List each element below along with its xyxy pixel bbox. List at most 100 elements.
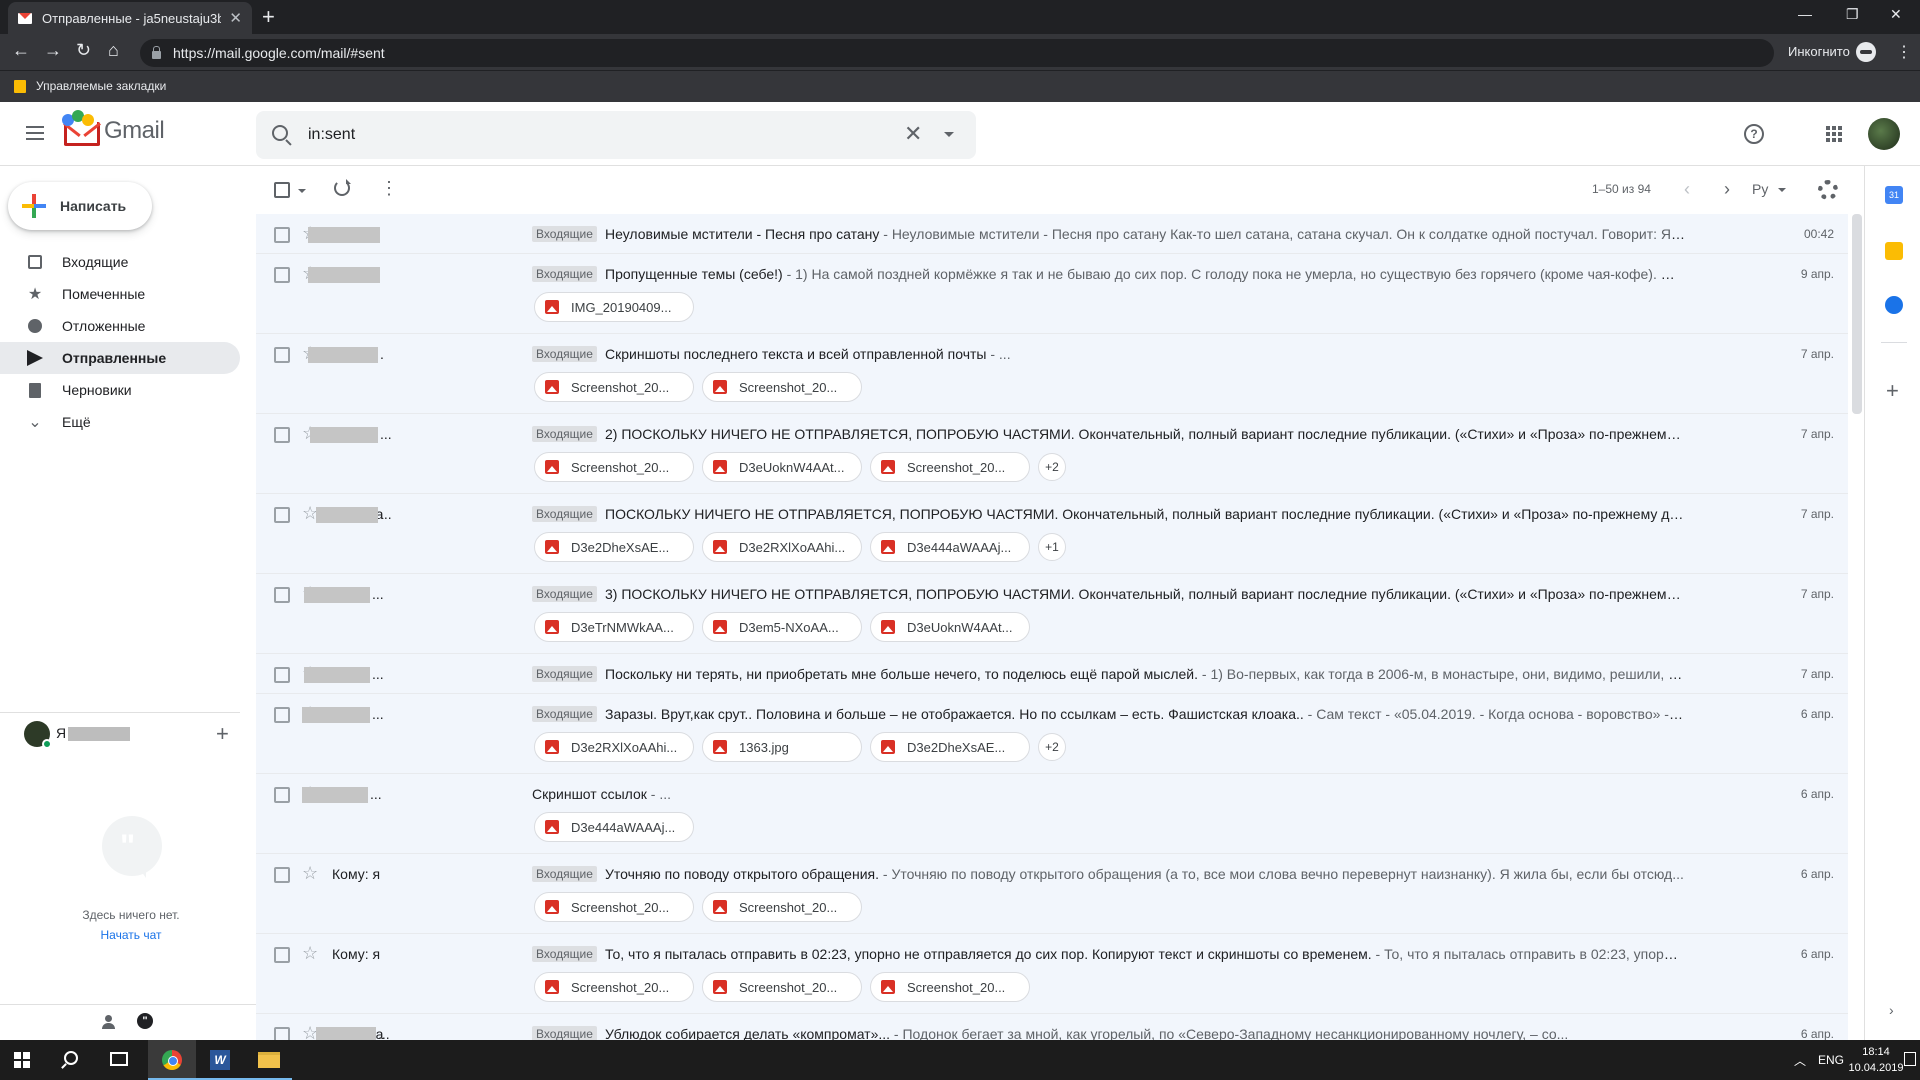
- select-dropdown-icon[interactable]: [298, 189, 306, 193]
- row-checkbox[interactable]: [274, 267, 290, 283]
- more-attachments-badge[interactable]: +2: [1038, 733, 1066, 761]
- start-chat-link[interactable]: Начать чат: [0, 928, 262, 942]
- row-checkbox[interactable]: [274, 707, 290, 723]
- clear-search-icon[interactable]: ✕: [904, 121, 922, 147]
- back-icon[interactable]: ←: [12, 40, 30, 60]
- email-row[interactable]: ☆Кому:...ВходящиеПоскольку ни терять, ни…: [256, 654, 1848, 694]
- reload-icon[interactable]: ↻: [76, 40, 91, 60]
- email-row[interactable]: ☆Кому: ja...ВходящиеУблюдок собирается д…: [256, 1014, 1848, 1040]
- sidebar-item-starred[interactable]: ★ Помеченные: [0, 278, 240, 310]
- refresh-icon[interactable]: [334, 179, 351, 196]
- more-actions-icon[interactable]: ⋮: [380, 178, 398, 198]
- sidebar-item-drafts[interactable]: Черновики: [0, 374, 240, 406]
- label-badge[interactable]: Входящие: [532, 706, 597, 722]
- clock[interactable]: 18:14 10.04.2019: [1848, 1044, 1904, 1076]
- label-badge[interactable]: Входящие: [532, 346, 597, 362]
- label-badge[interactable]: Входящие: [532, 506, 597, 522]
- row-checkbox[interactable]: [274, 587, 290, 603]
- file-explorer-taskbar-icon[interactable]: [244, 1040, 292, 1080]
- label-badge[interactable]: Входящие: [532, 1026, 597, 1040]
- add-contact-icon[interactable]: +: [216, 721, 229, 747]
- email-row[interactable]: ☆ Кому: я Входящие То, что я пыталась отпра…: [256, 934, 1848, 1014]
- row-checkbox[interactable]: [274, 667, 290, 683]
- home-icon[interactable]: ⌂: [108, 40, 119, 60]
- email-row[interactable]: ☆Кому: j...Входящие2) ПОСКОЛЬКУ НИЧЕГО Н…: [256, 414, 1848, 494]
- gear-icon[interactable]: [1818, 180, 1838, 200]
- browser-tab[interactable]: Отправленные - ja5neustaju3by ✕: [8, 2, 252, 34]
- browser-menu-icon[interactable]: ⋮: [1896, 42, 1912, 62]
- tab-close-icon[interactable]: ✕: [229, 9, 242, 27]
- row-checkbox[interactable]: [274, 427, 290, 443]
- search-input[interactable]: in:sent: [308, 126, 355, 144]
- language-dropdown-icon[interactable]: [1778, 188, 1786, 192]
- sidebar-item-sent[interactable]: Отправленные: [0, 342, 240, 374]
- new-tab-icon[interactable]: +: [262, 6, 275, 28]
- attachment-chip[interactable]: D3em5-NXoAA...: [702, 612, 862, 642]
- search-box[interactable]: in:sent ✕: [256, 111, 976, 159]
- task-view-icon[interactable]: [110, 1052, 128, 1066]
- attachment-chip[interactable]: Screenshot_20...: [534, 892, 694, 922]
- attachment-chip[interactable]: D3eTrNMWkAA...: [534, 612, 694, 642]
- attachment-chip[interactable]: D3e444aWAAAj...: [534, 812, 694, 842]
- row-checkbox[interactable]: [274, 227, 290, 243]
- label-badge[interactable]: Входящие: [532, 666, 597, 682]
- more-attachments-badge[interactable]: +1: [1038, 533, 1066, 561]
- address-bar[interactable]: https://mail.google.com/mail/#sent: [140, 39, 1774, 67]
- chrome-taskbar-icon[interactable]: [148, 1040, 196, 1080]
- account-avatar[interactable]: [1868, 118, 1900, 150]
- label-badge[interactable]: Входящие: [532, 586, 597, 602]
- gmail-logo[interactable]: Gmail: [62, 110, 165, 146]
- attachment-chip[interactable]: Screenshot_20...: [870, 972, 1030, 1002]
- bookmark-folder[interactable]: Управляемые закладки: [14, 79, 166, 93]
- restore-icon[interactable]: ❐: [1846, 6, 1859, 23]
- next-page-icon[interactable]: ›: [1724, 179, 1730, 200]
- word-taskbar-icon[interactable]: W: [196, 1040, 244, 1080]
- hangouts-icon[interactable]: ": [137, 1013, 153, 1029]
- label-badge[interactable]: Входящие: [532, 866, 597, 882]
- apps-grid-icon[interactable]: [1826, 126, 1842, 142]
- attachment-chip[interactable]: Screenshot_20...: [702, 892, 862, 922]
- keep-icon[interactable]: [1885, 242, 1903, 260]
- attachment-chip[interactable]: Screenshot_20...: [870, 452, 1030, 482]
- star-icon[interactable]: ☆: [302, 863, 318, 884]
- minimize-icon[interactable]: —: [1798, 6, 1812, 22]
- row-checkbox[interactable]: [274, 947, 290, 963]
- attachment-chip[interactable]: Screenshot_20...: [534, 972, 694, 1002]
- more-attachments-badge[interactable]: +2: [1038, 453, 1066, 481]
- attachment-chip[interactable]: Screenshot_20...: [702, 972, 862, 1002]
- windows-start-icon[interactable]: [14, 1052, 30, 1068]
- notifications-icon[interactable]: [1904, 1052, 1916, 1066]
- email-row[interactable]: ☆Кому: ja...ВходящиеПОСКОЛЬКУ НИЧЕГО НЕ …: [256, 494, 1848, 574]
- email-row[interactable]: ☆Кому:...ВходящиеЗаразы. Врут,как срут..…: [256, 694, 1848, 774]
- row-checkbox[interactable]: [274, 347, 290, 363]
- tasks-icon[interactable]: [1885, 296, 1903, 314]
- calendar-icon[interactable]: 31: [1885, 186, 1903, 204]
- forward-icon[interactable]: →: [44, 40, 62, 60]
- attachment-chip[interactable]: D3e2RXlXoAAhi...: [534, 732, 694, 762]
- sidebar-item-more[interactable]: ⌄ Ещё: [0, 406, 240, 438]
- email-row[interactable]: ☆Кому:...Входящие3) ПОСКОЛЬКУ НИЧЕГО НЕ …: [256, 574, 1848, 654]
- attachment-chip[interactable]: D3eUoknW4AAt...: [702, 452, 862, 482]
- keyboard-language[interactable]: ENG: [1818, 1053, 1844, 1067]
- attachment-chip[interactable]: Screenshot_20...: [534, 452, 694, 482]
- sidebar-item-snoozed[interactable]: Отложенные: [0, 310, 240, 342]
- row-checkbox[interactable]: [274, 867, 290, 883]
- add-addon-icon[interactable]: +: [1886, 378, 1899, 404]
- select-all-checkbox[interactable]: [274, 182, 290, 198]
- prev-page-icon[interactable]: ‹: [1684, 179, 1690, 200]
- label-badge[interactable]: Входящие: [532, 226, 597, 242]
- email-row[interactable]: ☆Кому:...Скриншот ссылок - ...6 апр.D3e4…: [256, 774, 1848, 854]
- row-checkbox[interactable]: [274, 787, 290, 803]
- attachment-chip[interactable]: 1363.jpg: [702, 732, 862, 762]
- help-icon[interactable]: ?: [1744, 124, 1764, 144]
- label-badge[interactable]: Входящие: [532, 426, 597, 442]
- email-row[interactable]: ☆Кому: jВходящиеНеуловимые мстители - Пе…: [256, 214, 1848, 254]
- label-badge[interactable]: Входящие: [532, 946, 597, 962]
- email-row[interactable]: ☆ Кому: я Входящие Уточняю по поводу открыт…: [256, 854, 1848, 934]
- hangouts-user[interactable]: Я +: [0, 712, 240, 752]
- attachment-chip[interactable]: D3e2DheXsAE...: [870, 732, 1030, 762]
- label-badge[interactable]: Входящие: [532, 266, 597, 282]
- attachment-chip[interactable]: D3eUoknW4AAt...: [870, 612, 1030, 642]
- input-language[interactable]: Ру: [1752, 181, 1768, 197]
- sidebar-item-inbox[interactable]: Входящие: [0, 246, 240, 278]
